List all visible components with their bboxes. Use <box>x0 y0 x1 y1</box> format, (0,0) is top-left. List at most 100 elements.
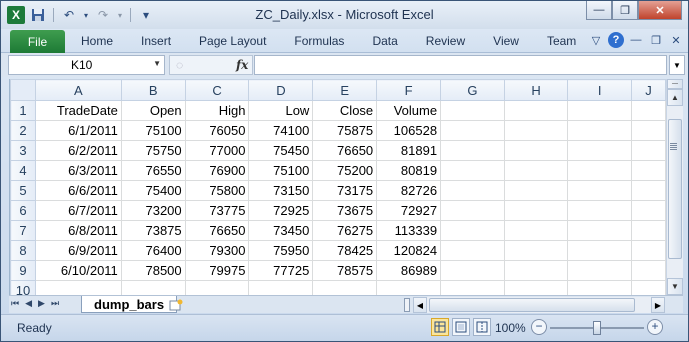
last-sheet-icon[interactable]: ⏭ <box>51 298 59 309</box>
cell-b9[interactable]: 78500 <box>120 260 186 281</box>
tab-formulas[interactable]: Formulas <box>280 29 358 53</box>
cell-b10[interactable] <box>120 280 186 295</box>
formula-input[interactable] <box>254 55 667 75</box>
row-header[interactable]: 4 <box>10 160 36 181</box>
cell-h7[interactable] <box>503 220 569 241</box>
column-header-b[interactable]: B <box>120 79 186 101</box>
worksheet-grid[interactable]: A B C D E F G H I J 1 TradeDate Open High Low Close Volu… <box>9 79 666 295</box>
column-header-c[interactable]: C <box>184 79 250 101</box>
cell-e10[interactable] <box>312 280 378 295</box>
tab-insert[interactable]: Insert <box>127 29 185 53</box>
name-box[interactable]: K10 ▼ <box>8 55 165 75</box>
cell-d8[interactable]: 75950 <box>248 240 314 261</box>
cell-a8[interactable]: 6/9/2011 <box>34 240 122 261</box>
cell-g5[interactable] <box>440 180 505 201</box>
cell-b7[interactable]: 73875 <box>120 220 186 241</box>
cell-j8[interactable] <box>631 240 666 261</box>
zoom-slider-thumb[interactable] <box>593 321 601 335</box>
tab-view[interactable]: View <box>479 29 533 53</box>
collapse-ribbon-icon[interactable]: ▽ <box>588 32 604 48</box>
cell-g3[interactable] <box>440 140 505 161</box>
cell-b6[interactable]: 73200 <box>120 200 186 221</box>
close-window-button[interactable]: ✕ <box>638 1 682 20</box>
cell-j6[interactable] <box>631 200 666 221</box>
cell-e9[interactable]: 78575 <box>312 260 378 281</box>
help-icon[interactable]: ? <box>608 32 624 48</box>
insert-function-icon[interactable]: fx <box>236 58 248 72</box>
cell-e2[interactable]: 75875 <box>312 120 378 141</box>
cell-i5[interactable] <box>567 180 633 201</box>
cell-i8[interactable] <box>567 240 633 261</box>
tab-split-handle[interactable] <box>404 298 410 312</box>
cell-e7[interactable]: 76275 <box>312 220 378 241</box>
name-box-dropdown-icon[interactable]: ▼ <box>153 59 161 68</box>
column-header-d[interactable]: D <box>248 79 314 101</box>
workbook-minimize-icon[interactable]: — <box>628 32 644 48</box>
cell-g2[interactable] <box>440 120 505 141</box>
cell-e6[interactable]: 73675 <box>312 200 378 221</box>
page-layout-view-icon[interactable] <box>452 318 470 336</box>
vertical-scroll-thumb[interactable] <box>668 119 682 259</box>
restore-window-button[interactable]: ❐ <box>612 1 638 20</box>
cell-b8[interactable]: 76400 <box>120 240 186 261</box>
cell-c5[interactable]: 75800 <box>184 180 250 201</box>
column-header-f[interactable]: F <box>376 79 442 101</box>
first-sheet-icon[interactable]: ⏮ <box>11 298 19 309</box>
row-header[interactable]: 3 <box>10 140 36 161</box>
select-all-corner[interactable] <box>10 79 36 101</box>
cell-d2[interactable]: 74100 <box>248 120 314 141</box>
vertical-split-handle[interactable]: — <box>667 79 683 89</box>
cell-f3[interactable]: 81891 <box>376 140 442 161</box>
zoom-in-button[interactable]: + <box>647 319 663 335</box>
row-header[interactable]: 8 <box>10 240 36 261</box>
cell-f2[interactable]: 106528 <box>376 120 442 141</box>
cell-g9[interactable] <box>440 260 505 281</box>
cell-h1[interactable] <box>503 100 569 121</box>
cell-h8[interactable] <box>503 240 569 261</box>
tab-team[interactable]: Team <box>533 29 590 53</box>
cell-d1[interactable]: Low <box>248 100 314 121</box>
cell-h3[interactable] <box>503 140 569 161</box>
cell-j1[interactable] <box>631 100 666 121</box>
cell-g6[interactable] <box>440 200 505 221</box>
cell-a2[interactable]: 6/1/2011 <box>34 120 122 141</box>
row-header[interactable]: 6 <box>10 200 36 221</box>
cell-a4[interactable]: 6/3/2011 <box>34 160 122 181</box>
row-header[interactable]: 9 <box>10 260 36 281</box>
cell-e4[interactable]: 75200 <box>312 160 378 181</box>
cell-c7[interactable]: 76650 <box>184 220 250 241</box>
row-header[interactable]: 1 <box>10 100 36 121</box>
row-header[interactable]: 2 <box>10 120 36 141</box>
cell-j10[interactable] <box>631 280 666 295</box>
cell-j9[interactable] <box>631 260 666 281</box>
cell-c2[interactable]: 76050 <box>184 120 250 141</box>
cell-c6[interactable]: 73775 <box>184 200 250 221</box>
cell-i3[interactable] <box>567 140 633 161</box>
cell-a9[interactable]: 6/10/2011 <box>34 260 122 281</box>
scroll-left-icon[interactable]: ◀ <box>413 297 427 313</box>
cell-h10[interactable] <box>503 280 569 295</box>
scroll-right-icon[interactable]: ▶ <box>651 297 665 313</box>
cell-a5[interactable]: 6/6/2011 <box>34 180 122 201</box>
tab-data[interactable]: Data <box>358 29 411 53</box>
cell-d5[interactable]: 73150 <box>248 180 314 201</box>
tab-home[interactable]: Home <box>67 29 127 53</box>
cell-i4[interactable] <box>567 160 633 181</box>
cell-e8[interactable]: 78425 <box>312 240 378 261</box>
zoom-level[interactable]: 100% <box>495 321 526 335</box>
cell-g7[interactable] <box>440 220 505 241</box>
cell-f4[interactable]: 80819 <box>376 160 442 181</box>
cell-d10[interactable] <box>248 280 314 295</box>
next-sheet-icon[interactable]: ▶ <box>38 298 45 309</box>
horizontal-scrollbar[interactable]: ◀ ▶ <box>413 297 665 313</box>
cell-b1[interactable]: Open <box>120 100 186 121</box>
cell-d4[interactable]: 75100 <box>248 160 314 181</box>
cell-b5[interactable]: 75400 <box>120 180 186 201</box>
cell-c8[interactable]: 79300 <box>184 240 250 261</box>
cell-j5[interactable] <box>631 180 666 201</box>
cell-e1[interactable]: Close <box>312 100 378 121</box>
cell-f7[interactable]: 113339 <box>376 220 442 241</box>
cell-e3[interactable]: 76650 <box>312 140 378 161</box>
cell-i7[interactable] <box>567 220 633 241</box>
page-break-preview-icon[interactable] <box>473 318 491 336</box>
